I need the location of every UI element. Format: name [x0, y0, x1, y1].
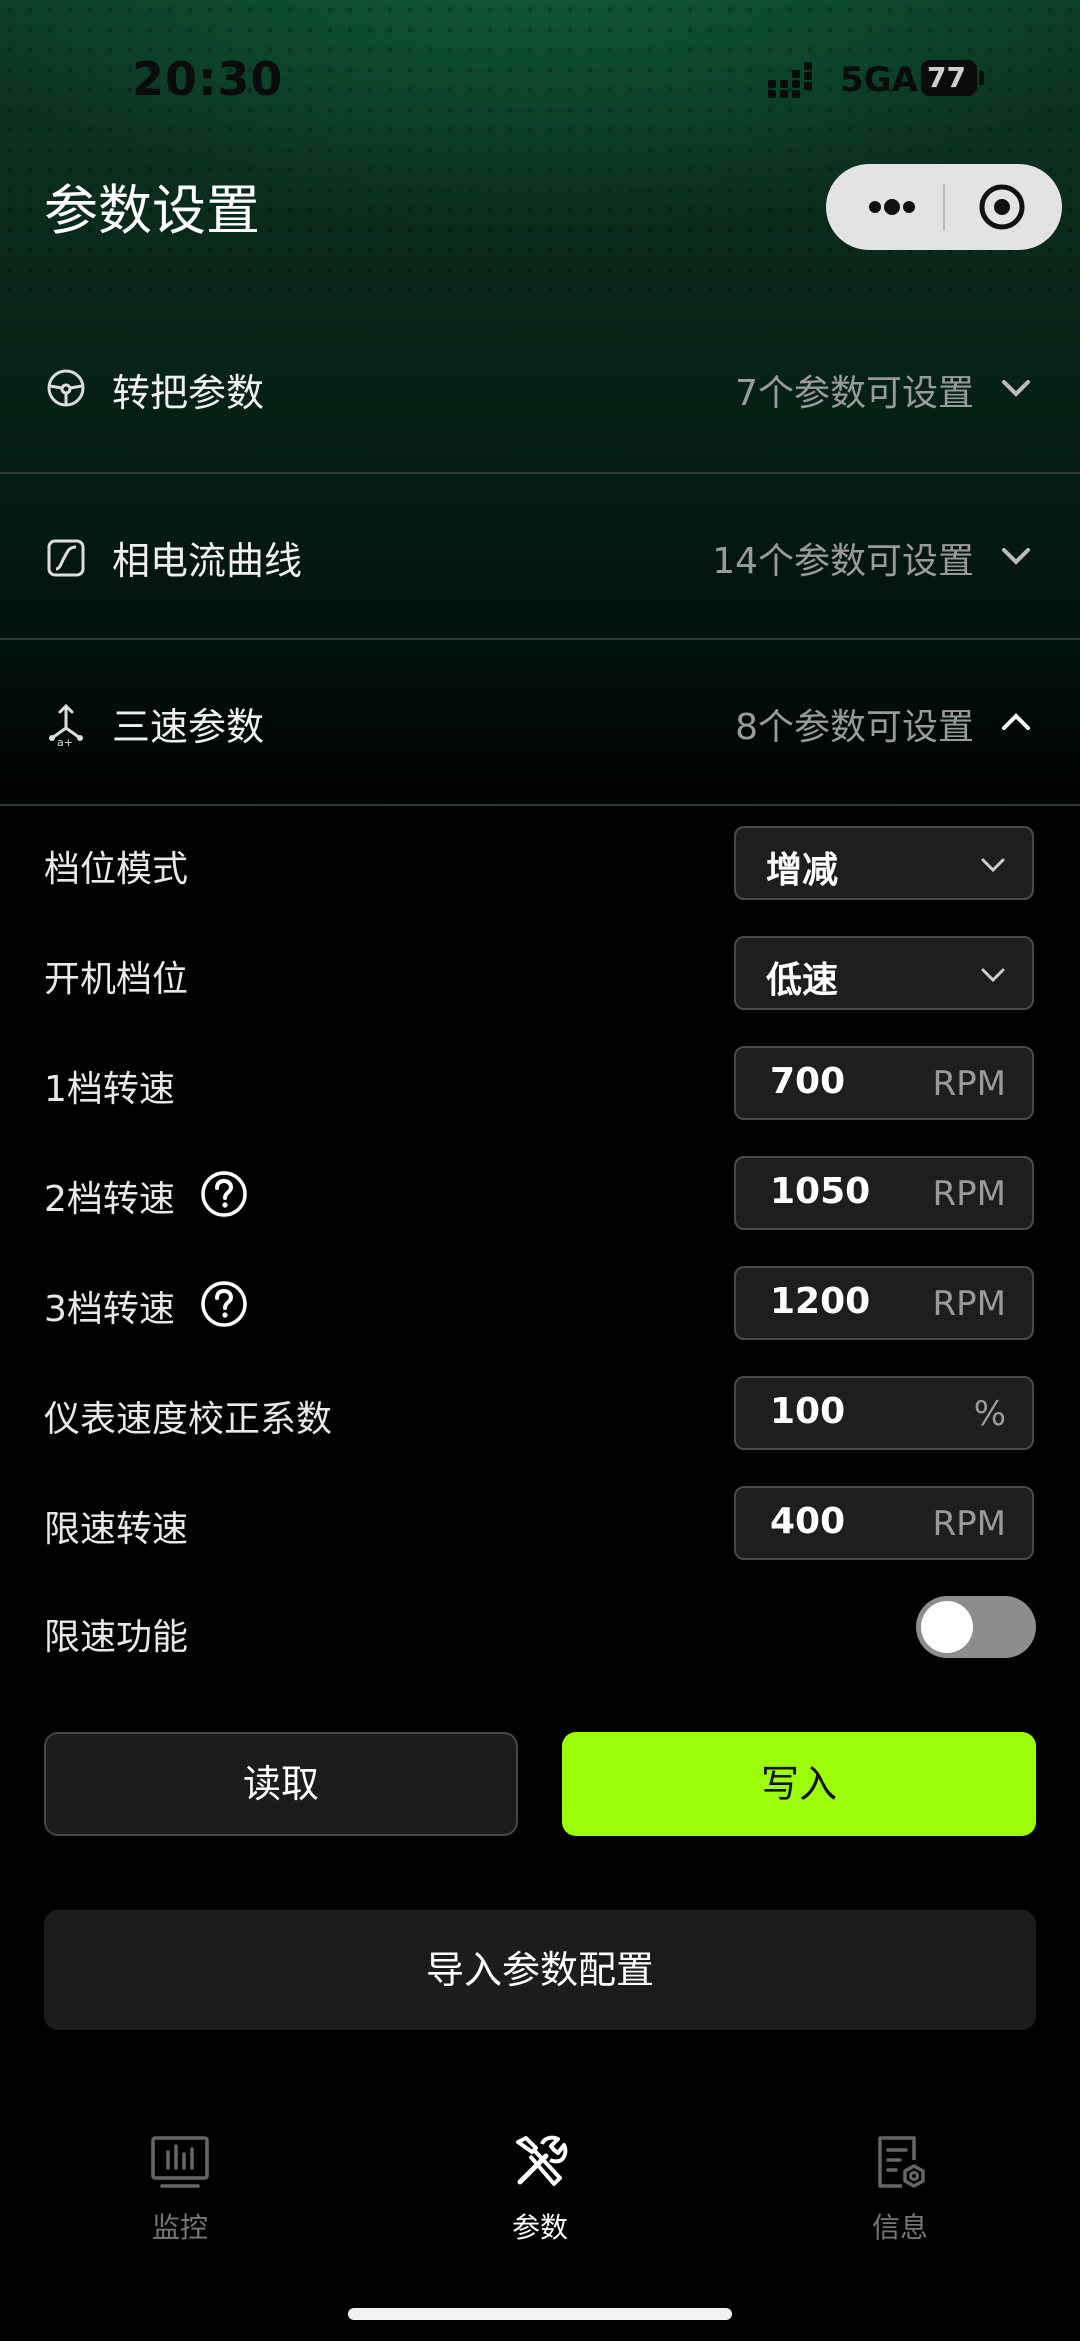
chevron-down-icon [1002, 380, 1030, 397]
write-button[interactable]: 写入 [562, 1732, 1036, 1836]
chevron-down-icon [981, 858, 1005, 873]
gear1-speed-value: 700 [770, 1061, 846, 1102]
param-label-gear2-speed: 2档转速 [44, 1179, 175, 1220]
battery-icon: 77 [920, 58, 986, 98]
nav-item-params[interactable]: 参数 [440, 2130, 640, 2246]
section-divider [0, 804, 1080, 806]
nav-label: 参数 [511, 2211, 568, 2244]
network-type: 5GA [840, 60, 918, 100]
speed-limit-toggle[interactable] [916, 1596, 1036, 1658]
page-title: 参数设置 [44, 179, 260, 242]
param-label-startup-gear: 开机档位 [44, 959, 189, 1000]
section-title: 三速参数 [112, 705, 265, 749]
import-config-button[interactable]: 导入参数配置 [44, 1910, 1036, 2030]
gear3-speed-input[interactable]: 1200 RPM [734, 1266, 1034, 1340]
gear-mode-select[interactable]: 增减 [734, 826, 1034, 900]
nav-item-info[interactable]: 信息 [800, 2130, 1000, 2246]
status-time: 20:30 [132, 52, 284, 106]
gear-shift-icon: a+ [49, 703, 83, 746]
gear2-speed-input[interactable]: 1050 RPM [734, 1156, 1034, 1230]
more-options-icon[interactable] [862, 182, 922, 232]
param-label-gear-mode: 档位模式 [44, 849, 189, 890]
help-icon[interactable] [200, 1170, 248, 1218]
param-label-gear3-speed: 3档转速 [44, 1289, 175, 1330]
monitor-chart-icon [151, 2136, 209, 2188]
signal-icon [768, 62, 812, 98]
section-throttle-params[interactable]: 转把参数 7个参数可设置 [0, 304, 1080, 472]
nav-label: 信息 [871, 2211, 928, 2244]
close-target-icon[interactable] [972, 182, 1032, 232]
section-three-speed-params[interactable]: a+ 三速参数 8个参数可设置 [0, 640, 1080, 808]
speedometer-correction-value: 100 [770, 1391, 846, 1432]
startup-gear-value: 低速 [766, 960, 839, 1001]
param-label-speedometer-correction: 仪表速度校正系数 [44, 1399, 333, 1440]
unit-label: RPM [932, 1064, 1006, 1104]
gear-mode-value: 增减 [766, 850, 839, 891]
unit-label: RPM [932, 1504, 1006, 1544]
toggle-knob [921, 1601, 973, 1653]
info-document-icon [878, 2136, 925, 2188]
startup-gear-select[interactable]: 低速 [734, 936, 1034, 1010]
home-indicator[interactable] [348, 2308, 732, 2320]
svg-text:a+: a+ [57, 736, 73, 746]
speed-limit-rpm-value: 400 [770, 1501, 846, 1542]
section-count: 14个参数可设置 [712, 541, 974, 582]
gear1-speed-input[interactable]: 700 RPM [734, 1046, 1034, 1120]
nav-item-monitor[interactable]: 监控 [80, 2130, 280, 2246]
nav-label: 监控 [151, 2211, 208, 2244]
unit-label: RPM [932, 1284, 1006, 1324]
section-count: 7个参数可设置 [735, 373, 974, 414]
gear3-speed-value: 1200 [770, 1281, 871, 1322]
gear2-speed-value: 1050 [770, 1171, 871, 1212]
param-label-gear1-speed: 1档转速 [44, 1069, 175, 1110]
help-icon[interactable] [200, 1280, 248, 1328]
speedometer-correction-input[interactable]: 100 % [734, 1376, 1034, 1450]
unit-label: RPM [932, 1174, 1006, 1214]
section-count: 8个参数可设置 [735, 707, 974, 748]
capsule-divider [943, 184, 945, 230]
speed-limit-rpm-input[interactable]: 400 RPM [734, 1486, 1034, 1560]
section-title: 转把参数 [112, 371, 265, 415]
tools-icon [516, 2135, 568, 2186]
steering-wheel-icon [47, 369, 85, 407]
curve-icon [47, 539, 85, 577]
mini-program-capsule [826, 164, 1062, 250]
chevron-down-icon [1002, 548, 1030, 565]
section-title: 相电流曲线 [112, 539, 303, 583]
chevron-up-icon [1002, 713, 1030, 730]
param-label-speed-limit-rpm: 限速转速 [44, 1509, 189, 1550]
read-button[interactable]: 读取 [44, 1732, 518, 1836]
section-phase-current-curve[interactable]: 相电流曲线 14个参数可设置 [0, 474, 1080, 642]
battery-level: 77 [927, 61, 966, 94]
param-label-speed-limit-function: 限速功能 [44, 1617, 189, 1658]
unit-label: % [973, 1394, 1006, 1434]
chevron-down-icon [981, 968, 1005, 983]
header-dot-pattern [0, 0, 1080, 300]
